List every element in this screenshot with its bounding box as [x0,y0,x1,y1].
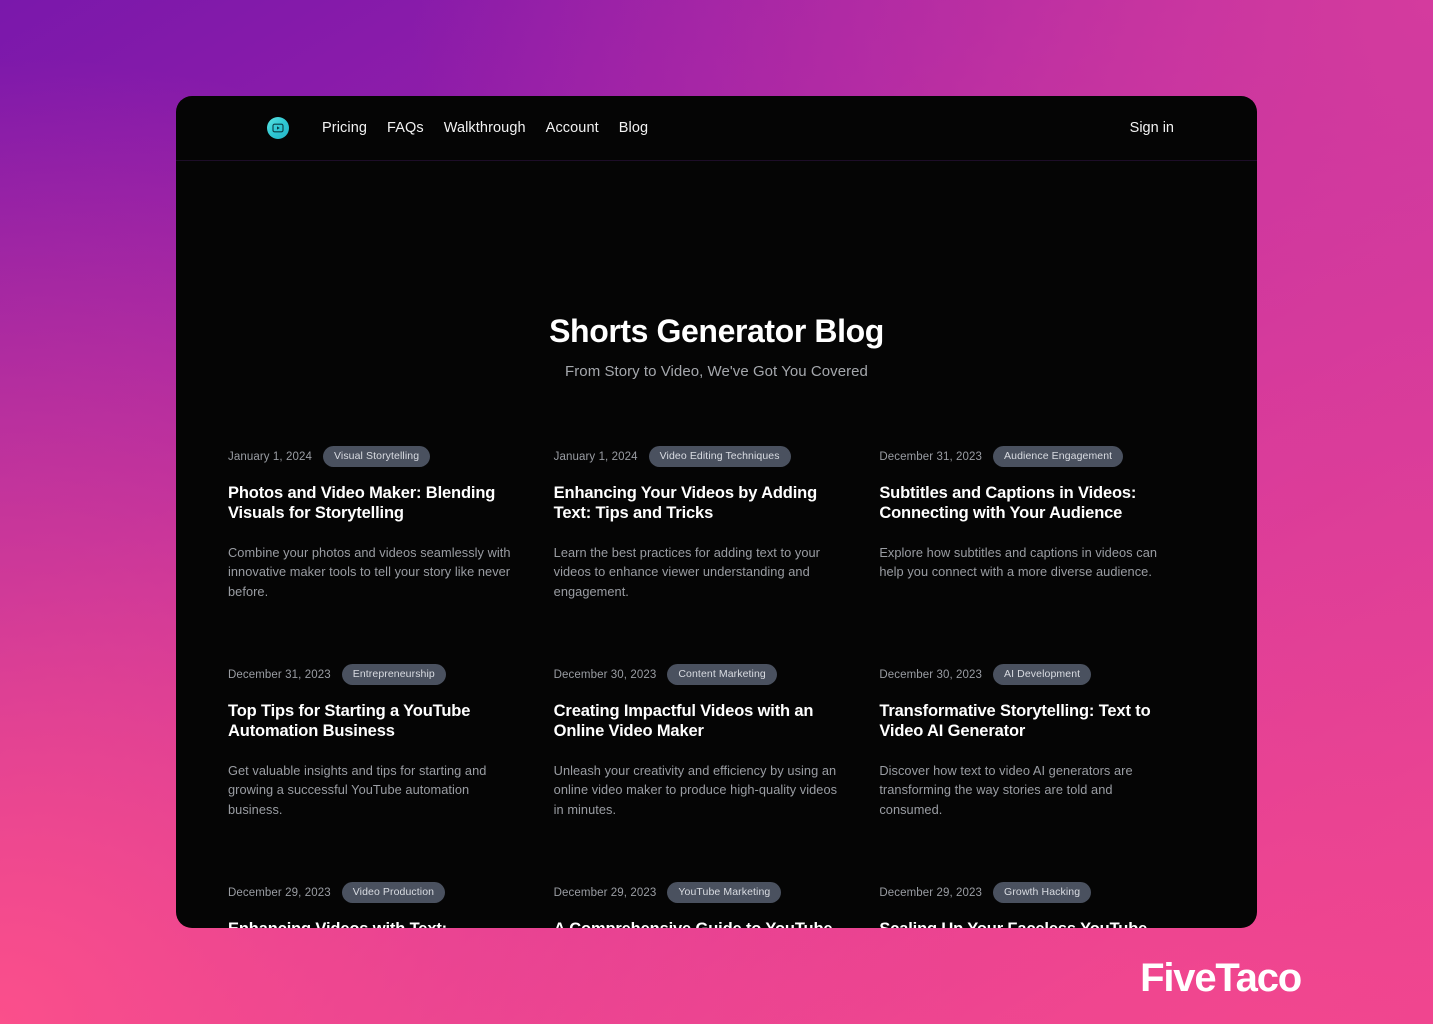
hero-section: Shorts Generator Blog From Story to Vide… [176,161,1257,380]
page-title: Shorts Generator Blog [549,313,884,349]
nav-right: Sign in [1130,119,1174,137]
nav-item-pricing[interactable]: Pricing [322,120,367,136]
post-meta: December 30, 2023 Content Marketing [554,664,840,686]
page-subtitle: From Story to Video, We've Got You Cover… [565,362,868,380]
fivetaco-watermark: FiveTaco [1140,956,1302,1000]
post-date: January 1, 2024 [553,450,638,463]
post-description: Combine your photos and videos seamlessl… [228,545,511,599]
post-tag[interactable]: Entrepreneurship [341,664,446,686]
post-title[interactable]: Top Tips for Starting a YouTube Automati… [228,701,514,741]
post-date: December 30, 2023 [553,668,657,681]
post-title[interactable]: Creating Impactful Videos with an Online… [554,701,840,741]
post-tag[interactable]: Visual Storytelling [322,446,431,468]
post-title[interactable]: Enhancing Videos with Text: Creative Tec… [228,919,514,928]
app-panel: Pricing FAQs Walkthrough Account Blog Si… [176,96,1257,928]
nav-links: Pricing FAQs Walkthrough Account Blog [322,120,648,136]
post-meta: January 1, 2024 Video Editing Techniques [554,446,840,468]
blog-post-grid: January 1, 2024 Visual Storytelling Phot… [176,446,1257,928]
post-description: Get valuable insights and tips for start… [228,763,487,817]
post-tag[interactable]: Video Production [341,882,446,904]
blog-post-card[interactable]: January 1, 2024 Video Editing Techniques… [554,446,880,664]
post-tag[interactable]: YouTube Marketing [667,882,782,904]
post-date: December 31, 2023 [228,668,331,681]
navbar: Pricing FAQs Walkthrough Account Blog Si… [176,96,1257,161]
nav-item-faqs[interactable]: FAQs [387,120,424,136]
post-meta: December 29, 2023 Growth Hacking [879,882,1165,904]
post-title[interactable]: Transformative Storytelling: Text to Vid… [879,701,1165,741]
post-date: December 29, 2023 [228,886,331,899]
post-title[interactable]: Scaling Up Your Faceless YouTube Strateg… [879,919,1165,928]
post-meta: December 30, 2023 AI Development [879,664,1165,686]
post-title[interactable]: A Comprehensive Guide to YouTube Automat… [554,919,840,928]
post-title[interactable]: Enhancing Your Videos by Adding Text: Ti… [554,483,840,523]
post-date: December 31, 2023 [879,450,983,463]
nav-item-blog[interactable]: Blog [619,120,648,136]
post-description: Unleash your creativity and efficiency b… [553,763,838,817]
post-tag[interactable]: Content Marketing [667,664,777,686]
blog-post-card[interactable]: January 1, 2024 Visual Storytelling Phot… [228,446,554,664]
nav-item-account[interactable]: Account [546,120,599,136]
blog-post-card[interactable]: December 29, 2023 Video Production Enhan… [228,882,554,928]
blog-post-card[interactable]: December 31, 2023 Audience Engagement Su… [879,446,1205,664]
post-date: December 30, 2023 [879,668,983,681]
post-description: Discover how text to video AI generators… [879,763,1133,817]
blog-post-card[interactable]: December 31, 2023 Entrepreneurship Top T… [228,664,554,882]
blog-post-card[interactable]: December 29, 2023 Growth Hacking Scaling… [879,882,1205,928]
post-tag[interactable]: Video Editing Techniques [648,446,791,468]
nav-item-walkthrough[interactable]: Walkthrough [444,120,526,136]
post-tag[interactable]: Growth Hacking [993,882,1092,904]
post-meta: December 31, 2023 Audience Engagement [879,446,1165,468]
post-meta: December 29, 2023 Video Production [228,882,514,904]
post-meta: December 29, 2023 YouTube Marketing [554,882,840,904]
post-date: January 1, 2024 [228,450,312,463]
blog-post-card[interactable]: December 30, 2023 Content Marketing Crea… [554,664,880,882]
play-video-logo-icon[interactable] [267,117,289,139]
post-meta: January 1, 2024 Visual Storytelling [228,446,514,468]
post-tag[interactable]: AI Development [993,664,1092,686]
blog-post-card[interactable]: December 30, 2023 AI Development Transfo… [879,664,1205,882]
post-description: Explore how subtitles and captions in vi… [879,545,1158,580]
post-date: December 29, 2023 [879,886,983,899]
post-date: December 29, 2023 [553,886,657,899]
post-title[interactable]: Photos and Video Maker: Blending Visuals… [228,483,514,523]
post-title[interactable]: Subtitles and Captions in Videos: Connec… [879,483,1165,523]
post-description: Learn the best practices for adding text… [553,545,820,599]
post-tag[interactable]: Audience Engagement [993,446,1124,468]
post-meta: December 31, 2023 Entrepreneurship [228,664,514,686]
sign-in-button[interactable]: Sign in [1130,120,1174,136]
blog-post-card[interactable]: December 29, 2023 YouTube Marketing A Co… [554,882,880,928]
